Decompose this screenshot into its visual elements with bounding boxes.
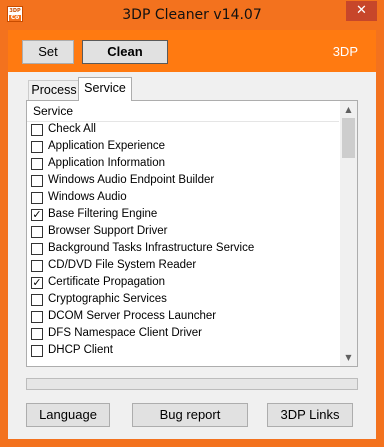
checkbox[interactable] bbox=[31, 141, 43, 153]
checkbox[interactable] bbox=[31, 124, 43, 136]
list-item[interactable]: Application Information bbox=[27, 156, 339, 173]
list-item[interactable]: CD/DVD File System Reader bbox=[27, 258, 339, 275]
language-button[interactable]: Language bbox=[26, 403, 110, 427]
list-item-label: Check All bbox=[48, 123, 96, 135]
list-item-label: Windows Audio bbox=[48, 191, 127, 203]
3dp-links-button[interactable]: 3DP Links bbox=[267, 403, 353, 427]
checkbox[interactable] bbox=[31, 158, 43, 170]
list-item-label: DFS Namespace Client Driver bbox=[48, 327, 203, 339]
bug-report-button[interactable]: Bug report bbox=[132, 403, 248, 427]
list-item[interactable]: DCOM Server Process Launcher bbox=[27, 309, 339, 326]
close-icon: ✕ bbox=[356, 3, 367, 18]
checkbox[interactable]: ✓ bbox=[31, 277, 43, 289]
checkbox[interactable] bbox=[31, 192, 43, 204]
list-item-label: Browser Support Driver bbox=[48, 225, 168, 237]
list-item[interactable]: Check All bbox=[27, 122, 339, 139]
close-button[interactable]: ✕ bbox=[346, 1, 377, 21]
set-button[interactable]: Set bbox=[22, 40, 74, 64]
checkbox[interactable] bbox=[31, 243, 43, 255]
title-bar: 3DP Co 3DP Cleaner v14.07 ✕ bbox=[0, 0, 384, 30]
list-header[interactable]: Service bbox=[27, 101, 339, 122]
list-item-label: Certificate Propagation bbox=[48, 276, 165, 288]
list-item[interactable]: ✓ Base Filtering Engine bbox=[27, 207, 339, 224]
list-item-label: DCOM Server Process Launcher bbox=[48, 310, 217, 322]
list-item[interactable]: Browser Support Driver bbox=[27, 224, 339, 241]
list-item[interactable]: Cryptographic Services bbox=[27, 292, 339, 309]
checkbox[interactable] bbox=[31, 226, 43, 238]
list-item[interactable]: DFS Namespace Client Driver bbox=[27, 326, 339, 343]
toolbar: Set Clean 3DP bbox=[8, 30, 376, 72]
client-area: Set Clean 3DP Process Service Service Ch… bbox=[8, 30, 376, 439]
checkbox[interactable] bbox=[31, 294, 43, 306]
list-item-label: DHCP Client bbox=[48, 344, 113, 356]
window-title: 3DP Cleaner v14.07 bbox=[122, 7, 262, 23]
list-item-label: Cryptographic Services bbox=[48, 293, 167, 305]
app-window: 3DP Co 3DP Cleaner v14.07 ✕ Set Clean 3D… bbox=[0, 0, 384, 447]
checkbox[interactable] bbox=[31, 260, 43, 272]
list-item[interactable]: Background Tasks Infrastructure Service bbox=[27, 241, 339, 258]
scroll-down-icon[interactable]: ▼ bbox=[340, 349, 357, 366]
service-panel: Service Check All Application Experience A… bbox=[26, 100, 358, 367]
list-item-label: Application Experience bbox=[48, 140, 165, 152]
scroll-up-icon[interactable]: ▲ bbox=[340, 101, 357, 118]
checkbox[interactable] bbox=[31, 311, 43, 323]
checkbox[interactable]: ✓ bbox=[31, 209, 43, 221]
clean-button[interactable]: Clean bbox=[82, 40, 168, 64]
list-item[interactable]: ✓ Certificate Propagation bbox=[27, 275, 339, 292]
service-list: Service Check All Application Experience A… bbox=[27, 101, 339, 366]
list-item-label: Application Information bbox=[48, 157, 165, 169]
checkbox[interactable] bbox=[31, 345, 43, 357]
brand-label: 3DP bbox=[332, 44, 358, 59]
tab-service[interactable]: Service bbox=[78, 77, 132, 101]
list-item-label: Background Tasks Infrastructure Service bbox=[48, 242, 255, 254]
progress-bar bbox=[26, 378, 358, 390]
list-item[interactable]: DHCP Client bbox=[27, 343, 339, 360]
list-item[interactable]: Windows Audio Endpoint Builder bbox=[27, 173, 339, 190]
list-item-label: Windows Audio Endpoint Builder bbox=[48, 174, 215, 186]
list-item[interactable]: Windows Audio bbox=[27, 190, 339, 207]
checkbox[interactable] bbox=[31, 175, 43, 187]
scroll-thumb[interactable] bbox=[342, 118, 355, 158]
list-item-label: Base Filtering Engine bbox=[48, 208, 158, 220]
list-item[interactable]: Application Experience bbox=[27, 139, 339, 156]
vertical-scrollbar[interactable]: ▲ ▼ bbox=[340, 101, 357, 366]
list-item-label: CD/DVD File System Reader bbox=[48, 259, 197, 271]
checkbox[interactable] bbox=[31, 328, 43, 340]
tab-process[interactable]: Process bbox=[28, 80, 80, 100]
